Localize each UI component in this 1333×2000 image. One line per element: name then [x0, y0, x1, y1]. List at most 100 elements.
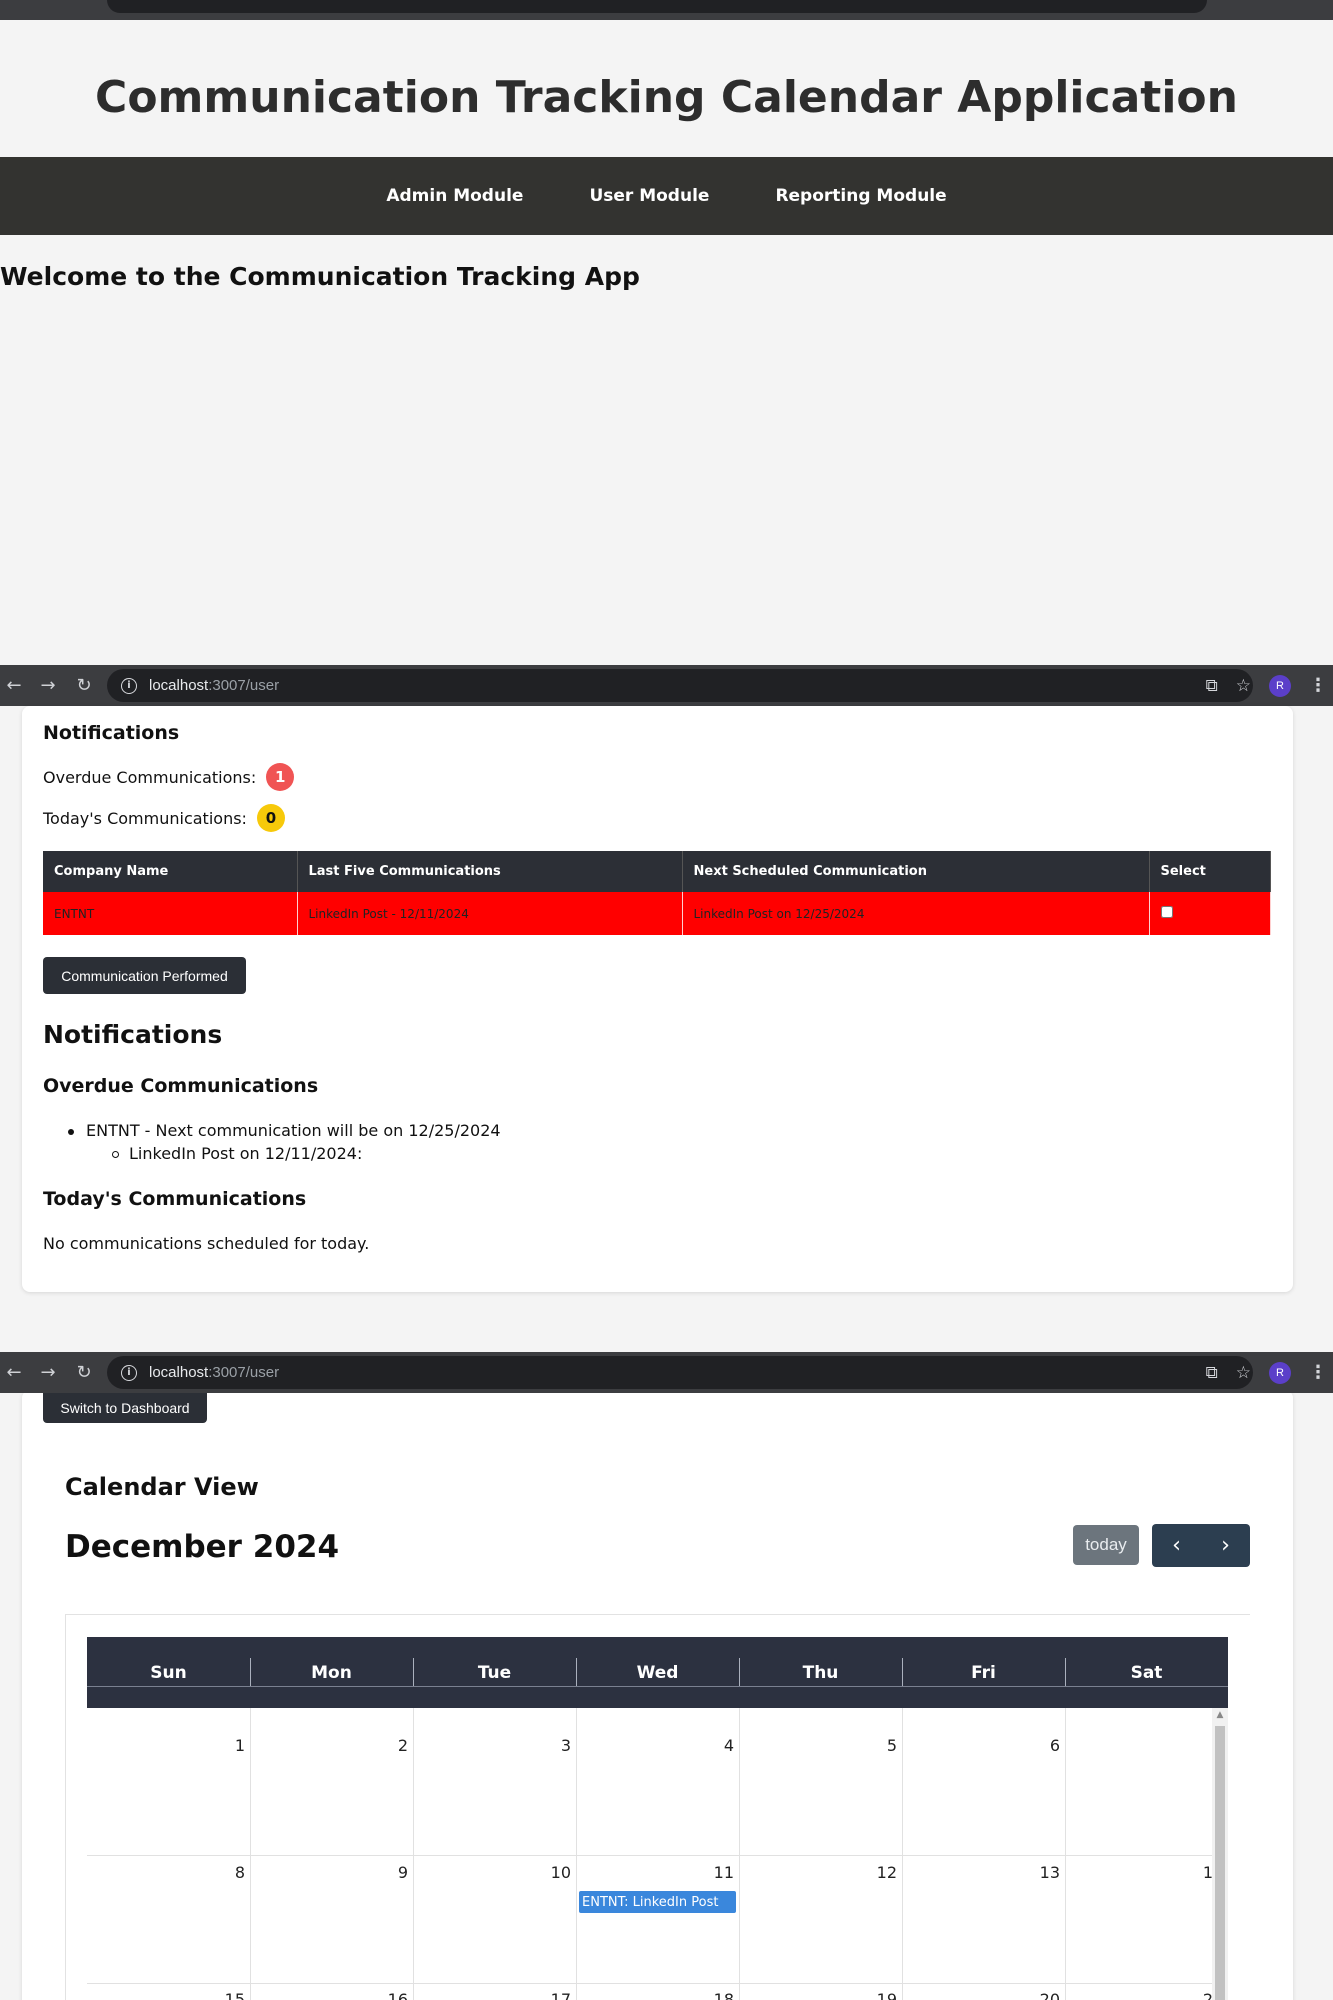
day-cell-number[interactable]: 5 [857, 1736, 897, 1755]
day-cell-number[interactable]: 1 [205, 1736, 245, 1755]
weekday-sun: Sun [150, 1663, 187, 1683]
day-cell-number[interactable]: 18 [694, 1990, 734, 2000]
grid-line [250, 1708, 251, 2000]
day-cell-number[interactable]: 20 [1020, 1990, 1060, 2000]
reload-icon[interactable]: ↻ [70, 675, 98, 696]
weekday-separator [576, 1658, 577, 1686]
today-empty-message: No communications scheduled for today. [43, 1234, 370, 1253]
col-last-five: Last Five Communications [297, 851, 683, 892]
address-bar-stub [107, 0, 1207, 13]
day-cell-number[interactable]: 10 [531, 1863, 571, 1882]
cell-next: LinkedIn Post on 12/25/2024 [682, 892, 1150, 935]
forward-arrow-icon[interactable]: → [34, 1362, 62, 1383]
weekday-mon: Mon [311, 1663, 352, 1683]
nav-user-module[interactable]: User Module [589, 186, 709, 206]
nav-reporting-module[interactable]: Reporting Module [775, 186, 946, 206]
communication-performed-button[interactable]: Communication Performed [43, 957, 246, 994]
cell-select [1149, 892, 1271, 935]
welcome-heading: Welcome to the Communication Tracking Ap… [0, 262, 640, 291]
forward-arrow-icon[interactable]: → [34, 675, 62, 696]
day-cell-number[interactable]: 6 [1020, 1736, 1060, 1755]
day-cell-number[interactable]: 4 [694, 1736, 734, 1755]
profile-avatar[interactable]: R [1269, 1361, 1291, 1384]
col-select: Select [1149, 851, 1271, 892]
weekday-separator [739, 1658, 740, 1686]
menu-kebab-icon[interactable]: ⋮ [1309, 1362, 1327, 1383]
switch-to-dashboard-button[interactable]: Switch to Dashboard [43, 1393, 207, 1423]
browser-top-strip [0, 0, 1333, 20]
back-arrow-icon[interactable]: ← [0, 675, 28, 696]
grid-line [739, 1708, 740, 2000]
weekday-wed: Wed [636, 1663, 679, 1683]
weekday-separator [250, 1658, 251, 1686]
overdue-list-subitem: LinkedIn Post on 12/11/2024: [129, 1144, 363, 1163]
day-cell-number[interactable]: 3 [531, 1736, 571, 1755]
reload-icon[interactable]: ↻ [70, 1362, 98, 1383]
scroll-up-arrow-icon[interactable]: ▲ [1212, 1708, 1228, 1722]
install-app-icon[interactable]: ⧉ [1206, 676, 1218, 696]
overdue-count-row: Overdue Communications: 1 [43, 763, 295, 791]
weekday-separator [1065, 1658, 1066, 1686]
day-cell-number[interactable]: 17 [531, 1990, 571, 2000]
grid-line [1065, 1708, 1066, 2000]
browser-toolbar: ← → ↻ i localhost:3007/user ⧉ ☆ R ⋮ [0, 665, 1333, 706]
table-row: ENTNT LinkedIn Post - 12/11/2024 LinkedI… [43, 892, 1271, 935]
weekday-fri: Fri [971, 1663, 996, 1683]
address-bar[interactable]: i localhost:3007/user [107, 669, 1253, 702]
weekday-separator [413, 1658, 414, 1686]
day-cell-number[interactable]: 11 [694, 1863, 734, 1882]
nav-admin-module[interactable]: Admin Module [386, 186, 523, 206]
notifications-section-heading: Notifications [43, 1020, 223, 1049]
overdue-label: Overdue Communications: [43, 767, 257, 787]
address-bar[interactable]: i localhost:3007/user [107, 1356, 1253, 1389]
day-cell-number[interactable]: 8 [205, 1863, 245, 1882]
scrollbar-thumb[interactable] [1215, 1726, 1225, 2000]
chevron-right-icon[interactable]: › [1201, 1524, 1250, 1567]
communications-table: Company Name Last Five Communications Ne… [43, 851, 1271, 935]
grid-line [413, 1708, 414, 2000]
toolbar-right: ⧉ ☆ R ⋮ [1206, 665, 1333, 706]
grid-line [87, 1855, 1212, 1856]
weekday-thu: Thu [802, 1663, 839, 1683]
prev-next-group: ‹ › [1152, 1524, 1250, 1567]
back-arrow-icon[interactable]: ← [0, 1362, 28, 1383]
notifications-heading: Notifications [43, 722, 180, 744]
cell-last-five: LinkedIn Post - 12/11/2024 [297, 892, 683, 935]
overdue-section-heading: Overdue Communications [43, 1075, 319, 1097]
chevron-left-icon[interactable]: ‹ [1152, 1524, 1201, 1567]
day-cell-number[interactable]: 13 [1020, 1863, 1060, 1882]
day-cell-number-clipped[interactable]: 1 [1177, 1863, 1213, 1882]
grid-line [902, 1708, 903, 2000]
url-path: :3007/user [208, 1364, 280, 1381]
today-label: Today's Communications: [43, 808, 247, 828]
day-cell-number-clipped[interactable]: 2 [1177, 1990, 1213, 2000]
col-next-scheduled: Next Scheduled Communication [682, 851, 1150, 892]
app-title: Communication Tracking Calendar Applicat… [95, 72, 1238, 123]
site-info-icon[interactable]: i [121, 1364, 137, 1381]
bookmark-star-icon[interactable]: ☆ [1236, 1363, 1251, 1383]
day-cell-number[interactable]: 15 [205, 1990, 245, 2000]
bookmark-star-icon[interactable]: ☆ [1236, 676, 1251, 696]
calendar-event[interactable]: ENTNT: LinkedIn Post [579, 1891, 736, 1913]
toolbar-right: ⧉ ☆ R ⋮ [1206, 1352, 1333, 1393]
day-cell-number[interactable]: 12 [857, 1863, 897, 1882]
row-select-checkbox[interactable] [1160, 906, 1173, 918]
calendar-scrollbar[interactable]: ▲ [1212, 1708, 1228, 2000]
day-cell-number[interactable]: 9 [368, 1863, 408, 1882]
install-app-icon[interactable]: ⧉ [1206, 1363, 1218, 1383]
weekday-tue: Tue [477, 1663, 512, 1683]
bullet-dot [68, 1129, 74, 1135]
day-cell-number[interactable]: 2 [368, 1736, 408, 1755]
day-cell-number[interactable]: 16 [368, 1990, 408, 2000]
main-nav: Admin Module User Module Reporting Modul… [0, 157, 1333, 235]
col-company-name: Company Name [43, 851, 298, 892]
today-button[interactable]: today [1073, 1525, 1139, 1565]
grid-line [576, 1708, 577, 2000]
profile-avatar[interactable]: R [1269, 674, 1291, 697]
cell-company: ENTNT [43, 892, 298, 935]
menu-kebab-icon[interactable]: ⋮ [1309, 675, 1327, 696]
site-info-icon[interactable]: i [121, 677, 137, 694]
browser-toolbar-2: ← → ↻ i localhost:3007/user ⧉ ☆ R ⋮ [0, 1352, 1333, 1393]
today-count-row: Today's Communications: 0 [43, 804, 285, 832]
day-cell-number[interactable]: 19 [857, 1990, 897, 2000]
